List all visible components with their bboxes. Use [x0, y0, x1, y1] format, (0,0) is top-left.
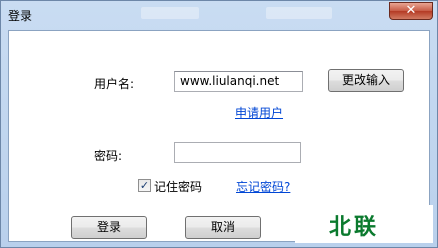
close-button[interactable]: ✕	[389, 2, 433, 20]
username-label: 用户名:	[94, 77, 135, 91]
cancel-button[interactable]: 取消	[185, 216, 261, 239]
title-bar[interactable]: 登录 ✕	[1, 1, 437, 30]
watermark-text: 北联	[329, 215, 380, 240]
login-button[interactable]: 登录	[71, 216, 147, 239]
change-input-button[interactable]: 更改输入	[328, 69, 404, 92]
window-title: 登录	[8, 9, 33, 23]
login-dialog: 登录 ✕ 用户名: www.liulanqi.net 更改输入 申请用户 密码:…	[0, 0, 438, 248]
remember-password-checkbox[interactable]: ✓	[138, 179, 151, 192]
remember-password-label[interactable]: 记住密码	[154, 178, 202, 195]
site-watermark: 北联	[295, 205, 433, 243]
checkmark-icon: ✓	[139, 179, 150, 192]
close-icon: ✕	[405, 3, 417, 18]
background-window-ghost	[266, 7, 332, 19]
username-field[interactable]: www.liulanqi.net	[174, 71, 303, 92]
register-user-link[interactable]: 申请用户	[235, 104, 283, 121]
password-field[interactable]	[174, 142, 301, 163]
background-window-ghost	[141, 7, 199, 19]
forgot-password-link[interactable]: 忘记密码?	[236, 178, 290, 195]
password-label: 密码:	[94, 149, 123, 163]
